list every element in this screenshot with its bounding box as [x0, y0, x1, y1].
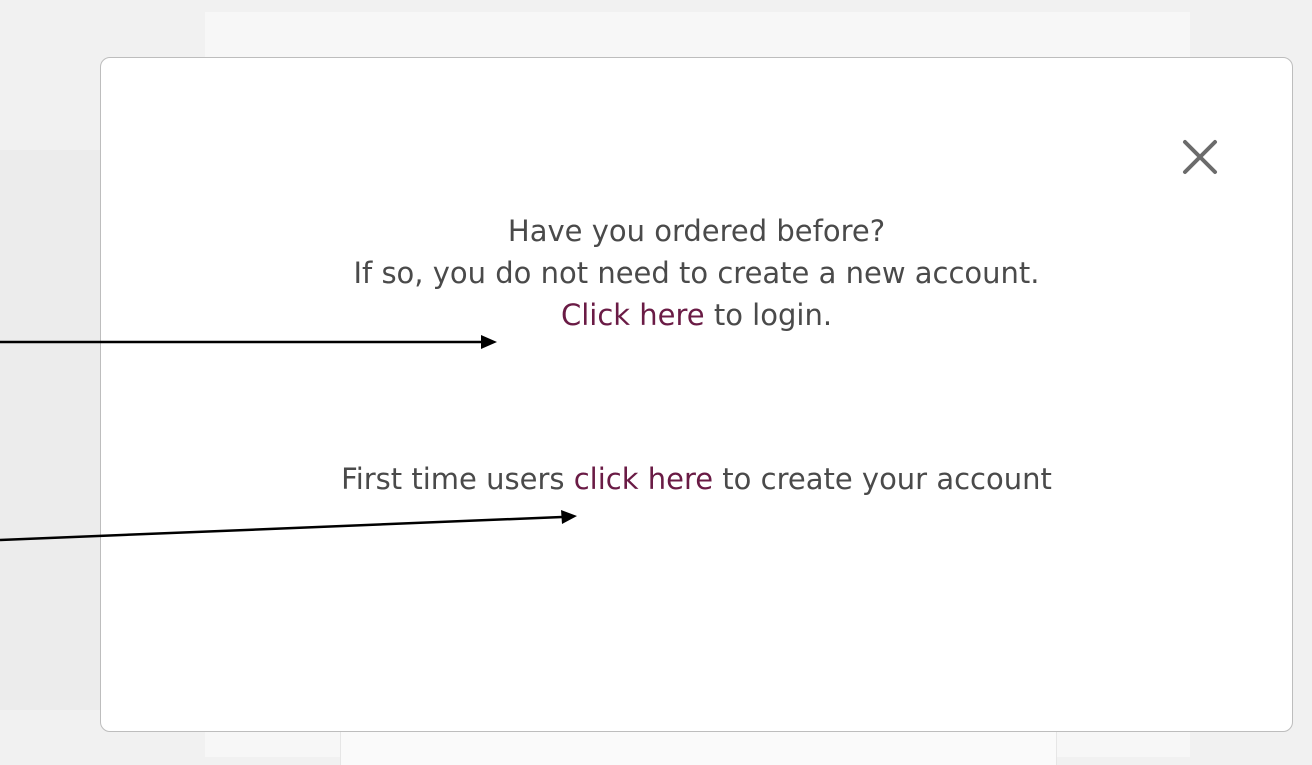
ordered-before-question: Have you ordered before?: [507, 214, 886, 248]
close-icon: [1183, 140, 1217, 174]
create-account-link[interactable]: click here: [574, 462, 713, 496]
close-button[interactable]: [1179, 136, 1221, 178]
login-link[interactable]: Click here: [561, 298, 705, 332]
login-prompt-modal: Have you ordered before? If so, you do n…: [100, 57, 1293, 732]
no-new-account-note: If so, you do not need to create a new a…: [353, 256, 1040, 290]
first-time-prefix: First time users: [341, 462, 574, 496]
login-line: Click here to login.: [101, 294, 1292, 336]
login-suffix: to login.: [704, 298, 833, 332]
create-account-suffix: to create your account: [713, 462, 1052, 496]
create-account-line: First time users click here to create yo…: [101, 458, 1292, 500]
